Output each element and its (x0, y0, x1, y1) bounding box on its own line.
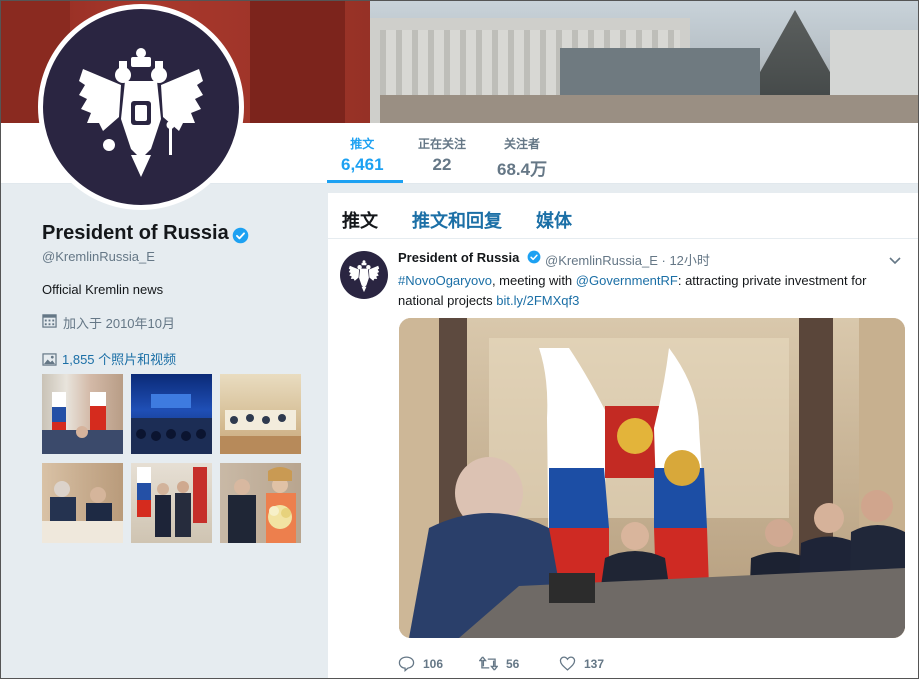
chevron-down-icon[interactable] (888, 253, 902, 267)
calendar-icon (42, 314, 57, 328)
media-thumbnail[interactable] (42, 374, 123, 454)
heart-icon (559, 656, 576, 671)
hashtag-link[interactable]: #NovoOgaryovo (398, 273, 492, 288)
stat-following-label: 正在关注 (418, 137, 467, 151)
timeline-tabs: 推文 推文和回复 媒体 (328, 193, 919, 239)
tab-media[interactable]: 媒体 (536, 207, 572, 233)
profile-name: President of Russia (42, 222, 229, 244)
mention-link[interactable]: @GovernmentRF (576, 273, 678, 288)
retweet-icon (478, 656, 499, 671)
reply-button[interactable]: 106 (398, 655, 443, 672)
stat-tweets[interactable]: 推文 6,461 (341, 135, 384, 175)
stat-following[interactable]: 正在关注 22 (418, 135, 466, 175)
media-thumbnail[interactable] (131, 463, 212, 543)
media-thumbnail[interactable] (220, 463, 301, 543)
profile-joined-date: 加入于 2010年10月 (42, 313, 175, 332)
tweet-author-name[interactable]: President of Russia (398, 250, 519, 265)
url-link[interactable]: bit.ly/2FMXqf3 (496, 293, 579, 308)
joined-text: 加入于 2010年10月 (63, 316, 175, 331)
stat-followers-value: 68.4万 (497, 160, 548, 179)
media-thumbnail[interactable] (220, 374, 301, 454)
double-headed-eagle-icon (79, 48, 203, 177)
photos-videos-link[interactable]: 1,855 个照片和视频 (42, 349, 176, 368)
timeline: 推文 推文和回复 媒体 President of Russia @Kremlin… (328, 193, 919, 679)
tweet-media-image[interactable] (399, 318, 905, 638)
active-stat-indicator (327, 180, 403, 183)
stat-followers-label: 关注者 (504, 137, 541, 151)
tweet-avatar[interactable] (340, 251, 388, 299)
photos-videos-label: 1,855 个照片和视频 (62, 352, 177, 367)
retweet-button[interactable]: 56 (478, 655, 520, 672)
reply-count: 106 (423, 657, 444, 671)
double-headed-eagle-icon (348, 260, 380, 293)
media-thumbnail[interactable] (42, 463, 123, 543)
like-count: 137 (584, 657, 605, 671)
like-button[interactable]: 137 (559, 655, 604, 672)
tab-tweets[interactable]: 推文 (342, 207, 378, 233)
media-thumbnail[interactable] (131, 374, 212, 454)
reply-icon (398, 656, 415, 672)
stat-followers[interactable]: 关注者 68.4万 (497, 135, 547, 180)
tab-tweets-and-replies[interactable]: 推文和回复 (412, 207, 502, 233)
stat-following-value: 22 (432, 155, 452, 174)
verified-badge-icon (232, 227, 249, 244)
profile-handle[interactable]: @KremlinRussia_E (42, 249, 155, 264)
tweet-text: #NovoOgaryovo, meeting with @GovernmentR… (398, 271, 908, 311)
tweet-handle-time[interactable]: @KremlinRussia_E · 12小时 (545, 250, 710, 269)
stat-tweets-label: 推文 (350, 137, 375, 151)
tweet-text-part: , meeting with (491, 273, 576, 288)
retweet-count: 56 (506, 657, 520, 671)
verified-badge-icon (527, 250, 541, 264)
photo-icon (42, 353, 57, 366)
profile-bio: Official Kremlin news (42, 282, 164, 297)
stat-tweets-value: 6,461 (341, 155, 384, 174)
profile-avatar[interactable] (38, 4, 244, 210)
